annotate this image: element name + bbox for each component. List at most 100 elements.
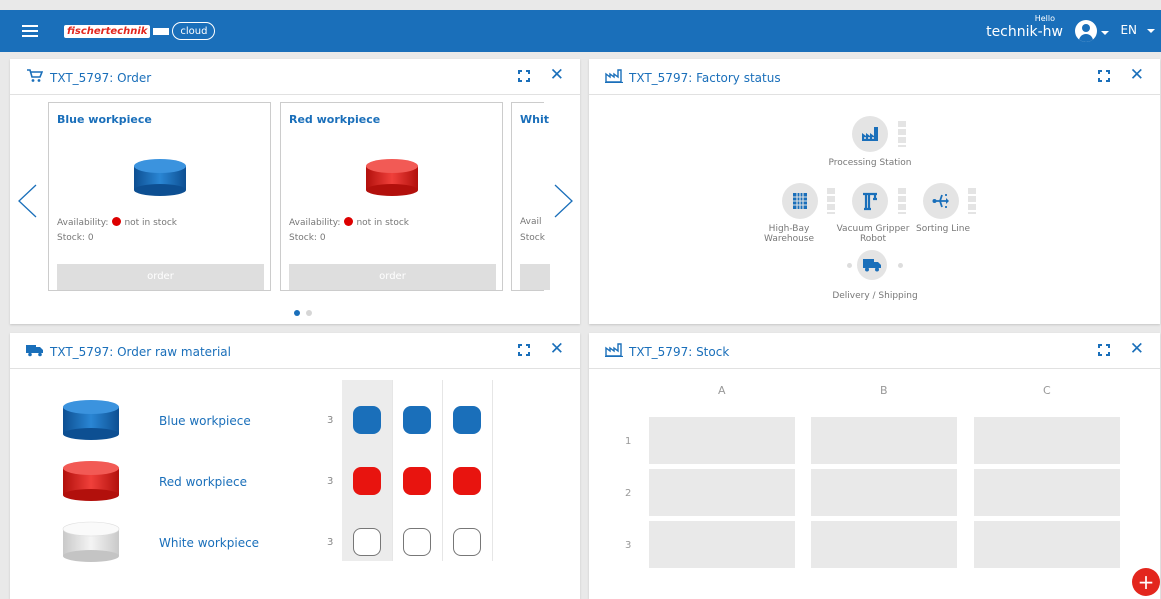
order-panel: TXT_5797: Order ✕ Blue workpiece Availab…: [10, 59, 580, 324]
close-icon[interactable]: ✕: [1130, 67, 1144, 84]
raw-material-name: Blue workpiece: [159, 414, 251, 428]
stock-column-header: A: [718, 384, 726, 397]
expand-icon[interactable]: [518, 344, 530, 356]
panel-header: TXT_5797: Factory status ✕: [589, 59, 1160, 95]
white-workpiece-image: [62, 521, 120, 562]
expand-icon[interactable]: [518, 70, 530, 82]
avatar-icon[interactable]: [1075, 20, 1097, 42]
carousel-next-icon[interactable]: [553, 184, 575, 225]
cart-icon: [26, 69, 44, 85]
close-icon[interactable]: ✕: [550, 67, 564, 84]
raw-slot-red: [403, 467, 431, 495]
stock-cell-a1: [649, 417, 795, 464]
sorting-line-status-bar: [968, 188, 976, 214]
menu-icon[interactable]: [22, 25, 38, 37]
order-button[interactable]: order: [57, 264, 264, 290]
stock-label: Stock: [520, 233, 545, 243]
stock-cell-b2: [811, 469, 957, 516]
stock-label: Stock:: [289, 233, 317, 243]
close-icon[interactable]: ✕: [1130, 341, 1144, 358]
raw-material-count: 3: [327, 415, 334, 426]
product-card-white-partial: Whit Avail Stock: [511, 102, 550, 291]
stock-row-label: 2: [625, 488, 632, 499]
vacuum-gripper-robot-node[interactable]: [852, 183, 888, 219]
language-caret-icon[interactable]: [1147, 29, 1155, 33]
red-workpiece-image: [63, 461, 119, 501]
stock-cell-b1: [811, 417, 957, 464]
stock-cell-c1: [974, 417, 1120, 464]
processing-station-status-bar: [898, 121, 906, 147]
language-label: EN: [1120, 23, 1137, 37]
raw-slot-white: [403, 528, 431, 556]
expand-icon[interactable]: [1098, 70, 1110, 82]
cloud-text: cloud: [172, 22, 216, 40]
logo-bridge: [153, 27, 170, 35]
card-title: Blue workpiece: [57, 113, 152, 126]
availability-label: Avail: [520, 217, 542, 227]
raw-material-name: White workpiece: [159, 536, 260, 550]
delivery-label: Delivery / Shipping: [832, 291, 918, 301]
raw-material-name: Red workpiece: [159, 475, 247, 489]
panel-title: TXT_5797: Stock: [629, 345, 730, 359]
availability: Availability: not in stock: [289, 217, 409, 228]
vgr-status-bar: [898, 188, 906, 214]
sorting-line-label: Sorting Line: [916, 224, 970, 234]
page-dot-active[interactable]: [294, 310, 300, 316]
order-raw-material-panel: TXT_5797: Order raw material ✕ Blue work…: [10, 333, 580, 599]
language-selector[interactable]: EN: [1120, 23, 1137, 37]
status-dot: [112, 217, 122, 226]
delivery-node[interactable]: [857, 250, 887, 280]
slot-column-divider: [392, 380, 393, 561]
stock-cell-c3: [974, 521, 1120, 568]
availability: Availability: not in stock: [57, 217, 177, 228]
warehouse-icon: [793, 193, 807, 209]
panel-header: TXT_5797: Order raw material ✕: [10, 333, 580, 369]
stock-cell-a3: [649, 521, 795, 568]
order-button[interactable]: [520, 264, 550, 290]
hello-text: Hello: [1034, 14, 1055, 23]
raw-slot-blue: [403, 406, 431, 434]
stock-label: Stock:: [57, 233, 85, 243]
panel-header: TXT_5797: Stock ✕: [589, 333, 1160, 369]
page-dot[interactable]: [306, 310, 312, 316]
top-bar: fischertechnik cloud Hello technik-hw EN: [0, 10, 1161, 52]
user-greeting[interactable]: Hello technik-hw: [986, 14, 1063, 40]
sorting-line-node[interactable]: [923, 183, 959, 219]
truck-icon: [26, 343, 44, 359]
user-menu-caret-icon[interactable]: [1101, 31, 1109, 35]
panel-title: TXT_5797: Order raw material: [50, 345, 231, 359]
raw-material-count: 3: [327, 537, 334, 548]
order-button[interactable]: order: [289, 264, 496, 290]
fischertechnik-cloud-logo[interactable]: fischertechnik cloud: [64, 16, 216, 46]
raw-slot-white: [353, 528, 381, 556]
stock-panel: TXT_5797: Stock ✕ A B C 1 2 3: [589, 333, 1160, 599]
carousel-pagination: [294, 306, 318, 319]
processing-station-label: Processing Station: [828, 158, 912, 168]
factory-icon: [605, 69, 623, 85]
warehouse-node[interactable]: [782, 183, 818, 219]
factory-icon: [605, 343, 623, 359]
availability-value: not in stock: [356, 218, 409, 228]
blue-workpiece-image: [63, 400, 119, 440]
add-widget-button[interactable]: +: [1132, 568, 1160, 596]
raw-slot-blue: [353, 406, 381, 434]
panel-title: TXT_5797: Order: [50, 71, 152, 85]
stock-row-label: 1: [625, 436, 632, 447]
blue-workpiece-image: [134, 159, 186, 196]
status-dot: [344, 217, 354, 226]
stock-column-header: B: [880, 384, 888, 397]
close-icon[interactable]: ✕: [550, 341, 564, 358]
processing-station-node[interactable]: [852, 116, 888, 152]
raw-slot-blue: [453, 406, 481, 434]
delivery-status-dot-left: [847, 263, 852, 268]
panel-title: TXT_5797: Factory status: [629, 71, 781, 85]
stock-row-label: 3: [625, 540, 632, 551]
slot-column-divider: [492, 380, 493, 561]
stock-cell-b3: [811, 521, 957, 568]
username: technik-hw: [986, 24, 1063, 40]
carousel-prev-icon[interactable]: [16, 184, 38, 225]
sorting-icon: [932, 194, 949, 208]
factory-status-panel: TXT_5797: Factory status ✕ Processing St…: [589, 59, 1160, 324]
expand-icon[interactable]: [1098, 344, 1110, 356]
stock-column-header: C: [1043, 384, 1051, 397]
